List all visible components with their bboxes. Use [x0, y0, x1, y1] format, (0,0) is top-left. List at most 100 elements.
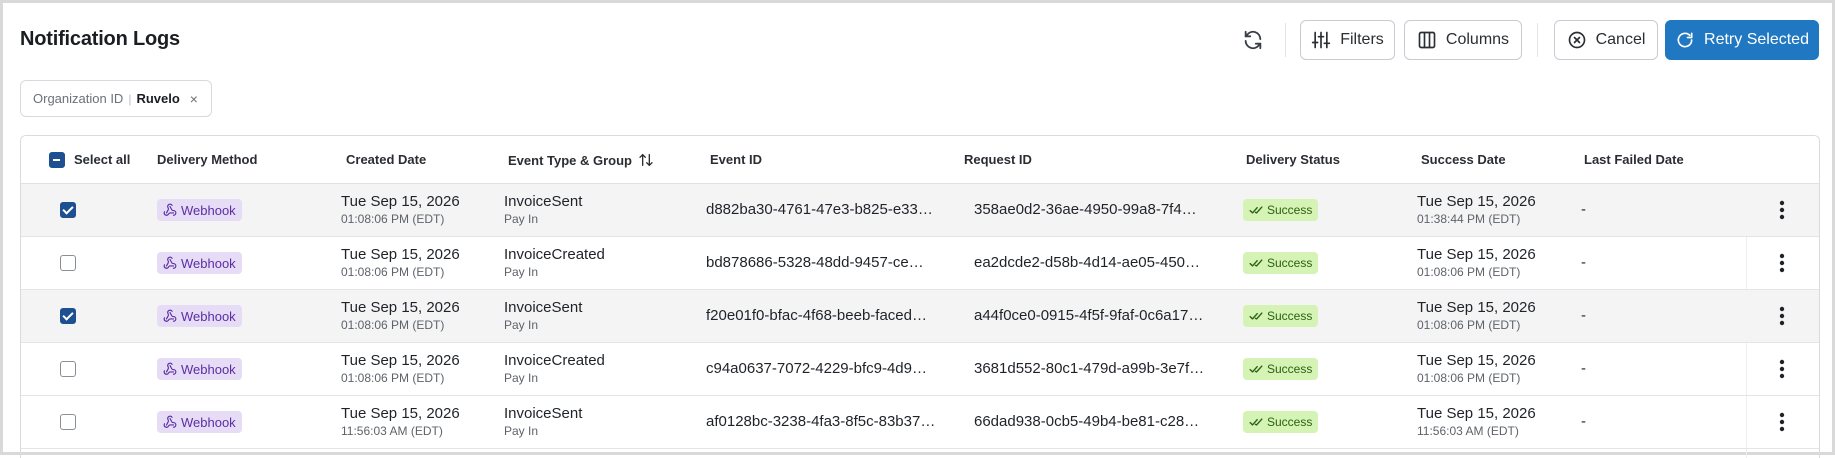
event-id[interactable]: bd878686-5328-48dd-9457-ce…	[706, 254, 924, 271]
delivery-status-badge: Success	[1243, 199, 1319, 221]
column-header-last-failed-date[interactable]: Last Failed Date	[1584, 152, 1684, 167]
filter-chip-organization[interactable]: Organization ID | Ruvelo ×	[20, 80, 212, 117]
request-id[interactable]: ea2dcde2-d58b-4d14-ae05-450…	[974, 254, 1200, 271]
success-date-cell: Tue Sep 15, 2026 01:38:44 PM (EDT)	[1417, 193, 1536, 226]
event-type-cell: InvoiceCreated Pay In	[504, 246, 605, 279]
created-date: Tue Sep 15, 2026	[341, 299, 460, 316]
event-group: Pay In	[504, 318, 539, 332]
filters-button[interactable]: Filters	[1300, 20, 1395, 60]
row-checkbox[interactable]	[60, 414, 76, 430]
table-row[interactable]: Webhook Tue Sep 15, 2026 01:08:06 PM (ED…	[21, 290, 1819, 343]
filters-label: Filters	[1340, 31, 1384, 48]
event-id[interactable]: c94a0637-7072-4229-bfc9-4d9…	[706, 360, 927, 377]
success-date-cell: Tue Sep 15, 2026 11:56:03 AM (EDT)	[1417, 405, 1536, 438]
column-header-created-date[interactable]: Created Date	[346, 152, 426, 167]
table-row[interactable]: Webhook Tue Sep 15, 2026 01:08:06 PM (ED…	[21, 343, 1819, 396]
retry-selected-button[interactable]: Retry Selected	[1665, 20, 1819, 60]
column-header-delivery-method[interactable]: Delivery Method	[157, 152, 257, 167]
table-row[interactable]: Webhook Tue Sep 15, 2026 01:08:06 PM (ED…	[21, 237, 1819, 290]
event-type-cell: InvoiceCreated Pay In	[504, 352, 605, 385]
column-header-event-id[interactable]: Event ID	[710, 152, 762, 167]
table-row[interactable]: Webhook Tue Sep 15, 2026 01:08:06 PM (ED…	[21, 184, 1819, 237]
created-date-cell: Tue Sep 15, 2026 01:08:06 PM (EDT)	[341, 352, 460, 385]
close-icon[interactable]: ×	[190, 91, 198, 107]
double-check-icon	[1249, 259, 1263, 267]
filter-chip-separator: |	[128, 91, 132, 106]
row-menu-button[interactable]	[1770, 410, 1794, 434]
double-check-icon	[1249, 365, 1263, 373]
created-date-cell: Tue Sep 15, 2026 11:56:03 AM (EDT)	[341, 405, 460, 438]
success-date: Tue Sep 15, 2026	[1417, 352, 1536, 369]
row-menu-button[interactable]	[1770, 304, 1794, 328]
event-type: InvoiceCreated	[504, 352, 605, 369]
success-date: Tue Sep 15, 2026	[1417, 193, 1536, 210]
row-menu-button[interactable]	[1770, 251, 1794, 275]
kebab-menu-icon	[1779, 253, 1785, 273]
request-id[interactable]: 3681d552-80c1-479d-a99b-3e7f…	[974, 360, 1204, 377]
event-id[interactable]: d882ba30-4761-47e3-b825-e33…	[706, 201, 933, 218]
created-time: 01:08:06 PM (EDT)	[341, 265, 445, 279]
webhook-icon	[163, 309, 177, 322]
column-header-event-type[interactable]: Event Type & Group	[508, 152, 654, 168]
row-checkbox[interactable]	[60, 255, 76, 271]
cancel-button[interactable]: Cancel	[1554, 20, 1658, 60]
column-header-request-id[interactable]: Request ID	[964, 152, 1032, 167]
table-header: Select all Delivery Method Created Date …	[21, 136, 1819, 184]
kebab-menu-icon	[1779, 200, 1785, 220]
delivery-method-label: Webhook	[181, 255, 236, 271]
column-header-select-all[interactable]: Select all	[74, 152, 130, 167]
success-time: 01:08:06 PM (EDT)	[1417, 318, 1521, 332]
refresh-button[interactable]	[1233, 20, 1273, 60]
row-menu-button[interactable]	[1770, 198, 1794, 222]
delivery-method-badge: Webhook	[157, 411, 242, 433]
event-type-header-label: Event Type & Group	[508, 152, 632, 168]
last-failed-date: -	[1581, 413, 1586, 430]
sort-arrows-icon[interactable]	[638, 152, 654, 168]
delivery-status-label: Success	[1267, 203, 1313, 217]
created-date: Tue Sep 15, 2026	[341, 405, 460, 422]
delivery-method-label: Webhook	[181, 414, 236, 430]
webhook-icon	[163, 415, 177, 428]
columns-button[interactable]: Columns	[1404, 20, 1522, 60]
last-failed-date: -	[1581, 307, 1586, 324]
sliders-icon	[1312, 31, 1331, 49]
last-failed-date: -	[1581, 254, 1586, 271]
delivery-status-label: Success	[1267, 415, 1313, 429]
row-checkbox[interactable]	[60, 202, 76, 218]
created-date-cell: Tue Sep 15, 2026 01:08:06 PM (EDT)	[341, 193, 460, 226]
column-header-delivery-status[interactable]: Delivery Status	[1246, 152, 1340, 167]
request-id[interactable]: 358ae0d2-36ae-4950-99a8-7f4…	[974, 201, 1197, 218]
success-time: 01:08:06 PM (EDT)	[1417, 265, 1521, 279]
created-date-cell: Tue Sep 15, 2026 01:08:06 PM (EDT)	[341, 299, 460, 332]
request-id[interactable]: 66dad938-0cb5-49b4-be81-c28…	[974, 413, 1199, 430]
delivery-method-label: Webhook	[181, 361, 236, 377]
row-menu-button[interactable]	[1770, 357, 1794, 381]
toolbar-divider	[1285, 23, 1286, 57]
app-window: Notification Logs Filters Columns Cancel…	[0, 0, 1835, 458]
row-checkbox[interactable]	[60, 361, 76, 377]
row-checkbox[interactable]	[60, 308, 76, 324]
last-failed-date: -	[1581, 360, 1586, 377]
filter-chip-key: Organization ID	[33, 91, 124, 106]
delivery-status-badge: Success	[1243, 252, 1319, 274]
delivery-status-label: Success	[1267, 309, 1313, 323]
delivery-status-badge: Success	[1243, 358, 1319, 380]
kebab-menu-icon	[1779, 412, 1785, 432]
event-type-cell: InvoiceSent Pay In	[504, 405, 582, 438]
delivery-status-label: Success	[1267, 362, 1313, 376]
toolbar-divider	[1537, 23, 1538, 57]
event-id[interactable]: f20e01f0-bfac-4f68-beeb-faced…	[706, 307, 927, 324]
event-group: Pay In	[504, 424, 539, 438]
created-date: Tue Sep 15, 2026	[341, 246, 460, 263]
columns-icon	[1418, 31, 1436, 49]
event-id[interactable]: af0128bc-3238-4fa3-8f5c-83b37…	[706, 413, 935, 430]
delivery-status-badge: Success	[1243, 411, 1319, 433]
success-date-cell: Tue Sep 15, 2026 01:08:06 PM (EDT)	[1417, 246, 1536, 279]
request-id[interactable]: a44f0ce0-0915-4f5f-9faf-0c6a17…	[974, 307, 1203, 324]
column-header-success-date[interactable]: Success Date	[1421, 152, 1506, 167]
select-all-checkbox[interactable]	[49, 152, 65, 168]
table-row[interactable]: Webhook Tue Sep 15, 2026 11:56:03 AM (ED…	[21, 396, 1819, 449]
created-time: 11:56:03 AM (EDT)	[341, 424, 443, 438]
last-failed-date: -	[1581, 201, 1586, 218]
circle-x-icon	[1568, 31, 1585, 49]
